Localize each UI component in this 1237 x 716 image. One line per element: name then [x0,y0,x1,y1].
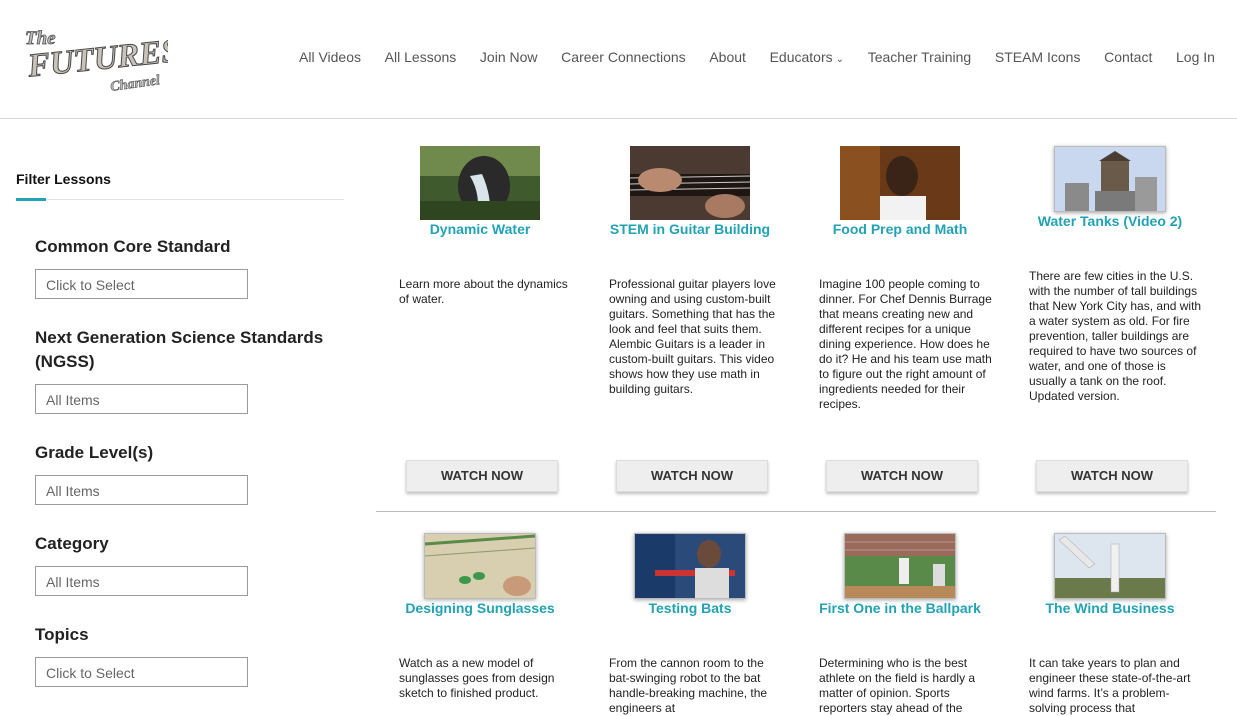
filter-category: Category All Items [35,532,335,596]
site-header: The FUTURES Channel All Videos All Lesso… [0,0,1237,119]
filter-common-core: Common Core Standard Click to Select [35,235,335,299]
lesson-card: Designing Sunglasses Watch as a new mode… [385,533,575,701]
category-select[interactable]: All Items [35,566,248,596]
chevron-down-icon: ⌄ [835,54,845,65]
row-divider [376,511,1216,512]
main-nav: All Videos All Lessons Join Now Career C… [299,49,1215,65]
nav-steam-icons[interactable]: STEAM Icons [995,49,1081,65]
lesson-description: Professional guitar players love owning … [609,277,776,396]
lesson-card: The Wind Business It can take years to p… [1015,533,1205,716]
topics-select[interactable]: Click to Select [35,657,248,687]
nav-career-connections[interactable]: Career Connections [561,49,686,65]
filter-sidebar: Filter Lessons [16,160,344,201]
watch-now-button[interactable]: WATCH NOW [1036,460,1188,492]
nav-teacher-training[interactable]: Teacher Training [868,49,972,65]
lesson-card: First One in the Ballpark Determining wh… [805,533,995,716]
nav-educators[interactable]: Educators ⌄ [770,49,844,65]
lesson-title-link[interactable]: Dynamic Water [385,221,575,237]
lesson-title-link[interactable]: Designing Sunglasses [385,600,575,616]
lesson-thumbnail[interactable] [844,533,956,599]
lesson-description: Learn more about the dynamics of water. [399,277,568,306]
filter-label: Grade Level(s) [35,443,154,462]
lesson-description: Imagine 100 people coming to dinner. For… [819,277,992,411]
lesson-thumbnail[interactable] [840,146,960,220]
ngss-select[interactable]: All Items [35,384,248,414]
nav-all-lessons[interactable]: All Lessons [385,49,457,65]
lesson-description: It can take years to plan and engineer t… [1029,656,1191,715]
lesson-card: Food Prep and Math Imagine 100 people co… [805,146,995,412]
filter-label: Topics [35,625,89,644]
lesson-title-link[interactable]: Water Tanks (Video 2) [1015,213,1205,229]
filter-label: Category [35,534,109,553]
nav-educators-label: Educators [769,49,833,65]
lesson-title-link[interactable]: STEM in Guitar Building [595,221,785,237]
watch-now-button[interactable]: WATCH NOW [826,460,978,492]
filter-label: Common Core Standard [35,237,231,256]
futures-channel-logo[interactable]: The FUTURES Channel [22,22,182,96]
nav-log-in[interactable]: Log In [1176,49,1215,65]
watch-now-button[interactable]: WATCH NOW [406,460,558,492]
watch-now-button[interactable]: WATCH NOW [616,460,768,492]
lesson-title-link[interactable]: First One in the Ballpark [805,600,995,616]
lesson-title-link[interactable]: Food Prep and Math [805,221,995,237]
nav-join-now[interactable]: Join Now [480,49,538,65]
lesson-card: Testing Bats From the cannon room to the… [595,533,785,716]
lesson-description: There are few cities in the U.S. with th… [1029,269,1202,403]
lesson-card: Dynamic Water Learn more about the dynam… [385,146,575,307]
lesson-description: Determining who is the best athlete on t… [819,656,976,715]
filter-label: Next Generation Science Standards (NGSS) [35,328,324,371]
lesson-description: From the cannon room to the bat-swinging… [609,656,768,715]
lesson-description: Watch as a new model of sunglasses goes … [399,656,555,700]
lesson-thumbnail[interactable] [1054,146,1166,212]
svg-text:Channel: Channel [110,73,162,94]
lesson-thumbnail[interactable] [420,146,540,220]
lesson-card: Water Tanks (Video 2) There are few citi… [1015,146,1205,404]
nav-about[interactable]: About [709,49,746,65]
lesson-thumbnail[interactable] [634,533,746,599]
lesson-title-link[interactable]: The Wind Business [1015,600,1205,616]
filter-ngss: Next Generation Science Standards (NGSS)… [35,326,335,414]
filter-grade-level: Grade Level(s) All Items [35,441,335,505]
nav-all-videos[interactable]: All Videos [299,49,361,65]
grade-level-select[interactable]: All Items [35,475,248,505]
nav-contact[interactable]: Contact [1104,49,1152,65]
filter-lessons-heading: Filter Lessons [16,160,344,201]
common-core-select[interactable]: Click to Select [35,269,248,299]
lesson-thumbnail[interactable] [630,146,750,220]
lesson-thumbnail[interactable] [1054,533,1166,599]
lesson-card: STEM in Guitar Building Professional gui… [595,146,785,397]
lesson-title-link[interactable]: Testing Bats [595,600,785,616]
lesson-thumbnail[interactable] [424,533,536,599]
filter-topics: Topics Click to Select [35,623,335,687]
